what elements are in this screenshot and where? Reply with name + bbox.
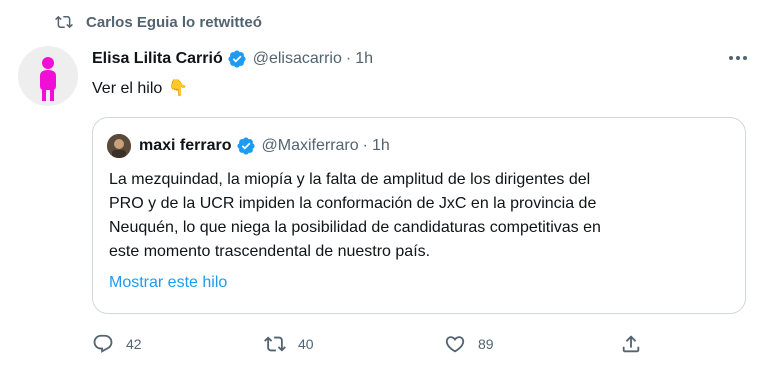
like-button[interactable]: 89: [444, 330, 494, 358]
reply-icon: [92, 333, 114, 355]
tweet-header: Elisa Lilita Carrió @elisacarrio · 1h: [92, 47, 373, 71]
more-icon: [729, 56, 747, 60]
retweet-button[interactable]: 40: [264, 330, 314, 358]
quoted-author-avatar: [107, 134, 131, 158]
tweet-text-content: Ver el hilo: [92, 80, 163, 97]
separator-dot: ·: [345, 50, 352, 67]
reply-count: 42: [126, 336, 142, 352]
show-thread-link[interactable]: Mostrar este hilo: [109, 274, 227, 292]
share-icon: [620, 333, 642, 355]
quoted-text-line: La mezquindad, la miopía y la falta de a…: [109, 171, 591, 188]
quoted-tweet-card[interactable]: maxi ferraro @Maxiferraro · 1h La mezqui…: [92, 117, 746, 314]
tweet-text: Ver el hilo 👇: [92, 78, 188, 100]
quoted-tweet-header: maxi ferraro @Maxiferraro · 1h: [107, 134, 390, 158]
share-button[interactable]: [620, 330, 642, 358]
retweet-count: 40: [298, 336, 314, 352]
tweet-time[interactable]: 1h: [355, 50, 373, 68]
quoted-author-handle: @Maxiferraro: [261, 137, 359, 154]
heart-icon: [444, 333, 466, 355]
more-options-button[interactable]: [726, 48, 750, 68]
quoted-tweet-text: La mezquindad, la miopía y la falta de a…: [109, 168, 729, 264]
verified-badge-icon: [227, 49, 247, 69]
quoted-text-line: PRO y de la UCR impiden la conformación …: [109, 195, 597, 212]
retweet-context: Carlos Eguia lo retwitteó: [54, 10, 262, 34]
avatar-figure-icon: [40, 57, 56, 101]
like-count: 89: [478, 336, 494, 352]
author-handle[interactable]: @elisacarrio: [253, 50, 342, 68]
quoted-verified-badge-icon: [236, 136, 256, 156]
quoted-tweet-time: 1h: [371, 137, 390, 154]
tweet-actions: 42 40 89: [92, 330, 652, 358]
avatar[interactable]: [18, 46, 78, 106]
quoted-text-line: este momento trascendental de nuestro pa…: [109, 243, 431, 260]
author-name[interactable]: Elisa Lilita Carrió: [92, 50, 223, 68]
quoted-author-name: maxi ferraro: [139, 137, 232, 154]
quoted-text-line: Neuquén, lo que niega la posibilidad de …: [109, 219, 601, 236]
quoted-separator-dot: ·: [362, 137, 368, 154]
retweet-icon: [264, 333, 286, 355]
pointing-down-emoji: 👇: [168, 80, 189, 97]
reply-button[interactable]: 42: [92, 330, 142, 358]
retweet-by-text[interactable]: Carlos Eguia lo retwitteó: [86, 14, 262, 31]
retweet-icon: [54, 13, 74, 31]
